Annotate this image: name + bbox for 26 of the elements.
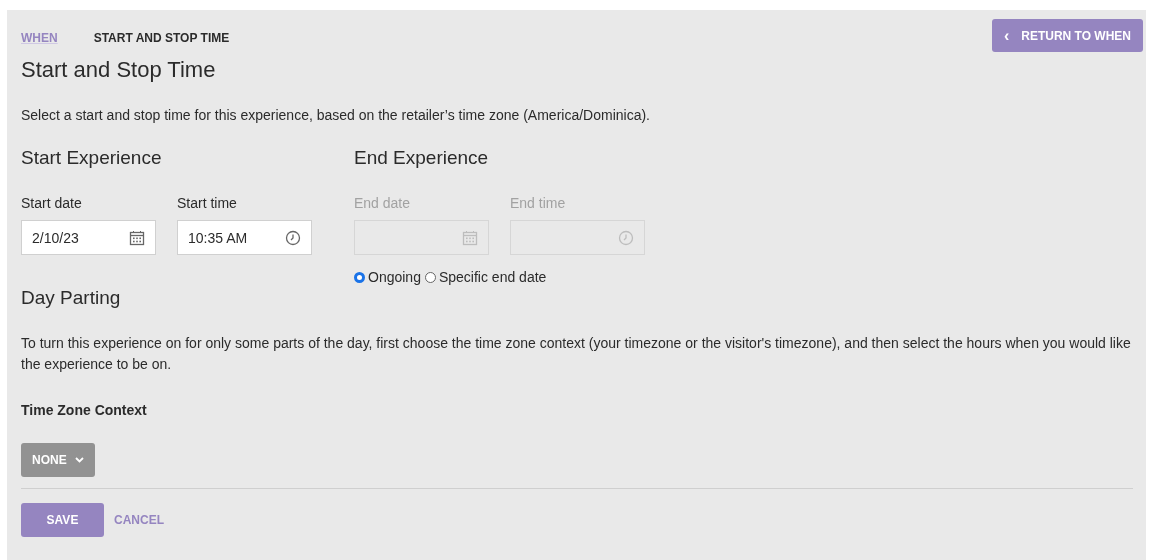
clock-icon: [618, 229, 634, 246]
save-button[interactable]: SAVE: [21, 503, 104, 537]
description: To turn this experience on for only some parts of the day, first choose the time zone context (your timezone or the visitor's timezone), and then select the hours when you would like the experience to be on.: [21, 334, 1132, 374]
page-title: Start and Stop Time: [21, 57, 217, 83]
calendar-icon: [462, 229, 478, 246]
field-label: Start date: [21, 195, 83, 211]
field-label: End time: [510, 195, 567, 211]
chevron-down-icon: [74, 457, 84, 463]
section-heading: Day Parting: [21, 287, 122, 309]
return-button[interactable]: ‹ RETURN TO WHEN: [991, 19, 1143, 52]
section-heading: End Experience: [354, 147, 490, 169]
radio-option[interactable]: Ongoing: [354, 269, 421, 285]
clock-icon: [285, 229, 301, 246]
description: Select a start and stop time for this experience, based on the retailer’s time zone (America/Dominica).: [21, 107, 651, 123]
field-label: Time Zone Context: [21, 402, 148, 418]
breadcrumb-link[interactable]: WHEN: [21, 31, 58, 45]
time-field[interactable]: 10:35 AM: [177, 220, 312, 255]
cancel-button[interactable]: CANCEL: [114, 513, 164, 527]
timezone-dropdown[interactable]: NONE: [21, 443, 95, 477]
field-label: Start time: [177, 195, 238, 211]
breadcrumb-current: START AND STOP TIME: [93, 31, 230, 45]
field-label: End date: [354, 195, 412, 211]
calendar-icon: [129, 229, 145, 246]
section-heading: Start Experience: [21, 147, 163, 169]
radio-option[interactable]: Specific end date: [424, 269, 547, 285]
date-field[interactable]: 2/10/23: [21, 220, 156, 255]
